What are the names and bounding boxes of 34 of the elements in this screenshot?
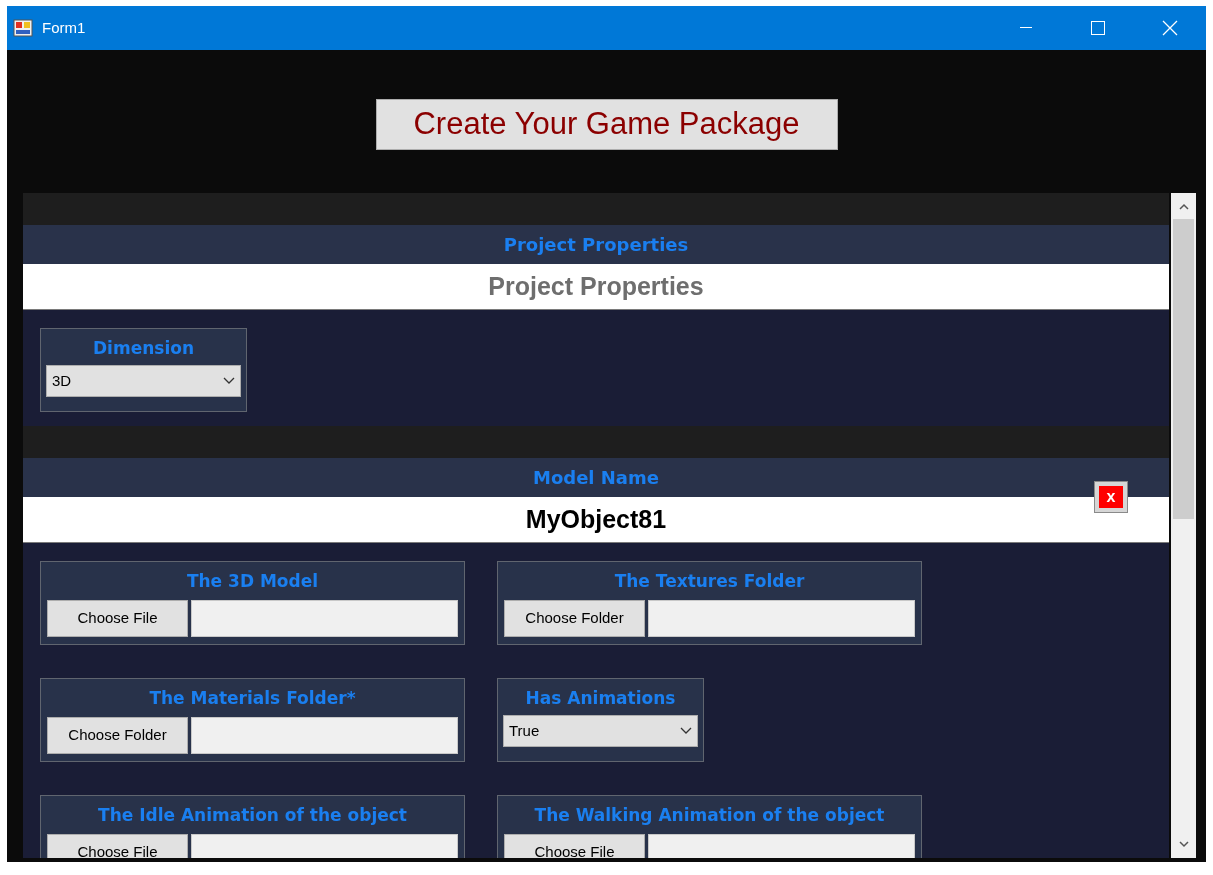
scrollbar[interactable]	[1171, 193, 1196, 858]
field-label: The 3D Model	[186, 570, 319, 592]
path-field[interactable]	[648, 600, 915, 637]
path-field[interactable]	[191, 600, 458, 637]
remove-button[interactable]: x	[1094, 481, 1128, 513]
choose-button[interactable]: Choose File	[504, 834, 645, 858]
minimize-icon	[1020, 27, 1032, 29]
field-label: The Walking Animation of the object	[534, 804, 885, 826]
dropdown-value: 3D	[52, 370, 72, 391]
maximize-icon	[1091, 21, 1105, 35]
section-name: MyObject81	[525, 503, 667, 535]
section-title: Model Name	[533, 466, 659, 490]
field-label: Has Animations	[525, 687, 676, 709]
chevron-down-icon	[680, 727, 692, 735]
dropdown[interactable]: 3D	[46, 365, 241, 397]
choose-button[interactable]: Choose Folder	[504, 600, 645, 637]
field-label: The Textures Folder	[614, 570, 805, 592]
chevron-down-icon	[223, 377, 235, 385]
section-name: Project Properties	[488, 270, 704, 302]
path-field[interactable]	[191, 717, 458, 754]
choose-button[interactable]: Choose Folder	[47, 717, 188, 754]
choose-button[interactable]: Choose File	[47, 834, 188, 858]
scroll-thumb[interactable]	[1173, 219, 1194, 519]
app-icon	[13, 19, 33, 37]
create-package-button[interactable]: Create Your Game Package	[375, 99, 838, 150]
choose-button[interactable]: Choose File	[47, 600, 188, 637]
field-label: The Idle Animation of the object	[98, 804, 407, 826]
field-label: The Materials Folder*	[149, 687, 356, 709]
window-title: Form1	[42, 17, 86, 38]
dropdown[interactable]: True	[503, 715, 698, 747]
close-icon	[1162, 20, 1178, 36]
field-label: Dimension	[93, 337, 194, 359]
dropdown-value: True	[509, 720, 540, 741]
section-title: Project Properties	[503, 233, 689, 257]
